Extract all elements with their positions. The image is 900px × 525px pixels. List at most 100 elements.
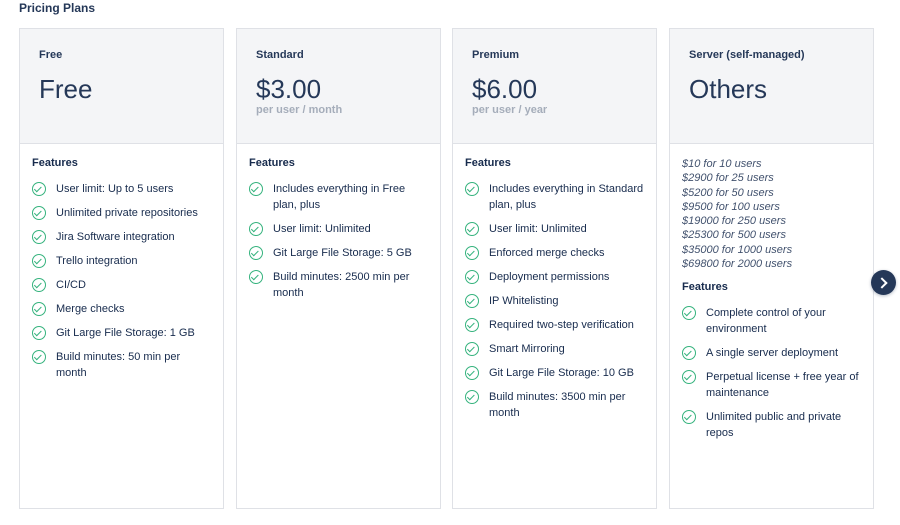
- plan-period: per user / month: [256, 104, 343, 116]
- feature-text: Deployment permissions: [489, 271, 610, 283]
- plan-card: Standard $3.00 per user / month Features Inc…: [236, 28, 441, 509]
- feature-item: IP Whitelisting: [465, 293, 644, 309]
- feature-text: Perpetual license + free year of mainten…: [706, 371, 859, 400]
- feature-item: Merge checks: [32, 301, 211, 317]
- feature-item: Git Large File Storage: 5 GB: [249, 245, 428, 261]
- check-circle-icon: [465, 246, 479, 260]
- check-circle-icon: [465, 294, 479, 308]
- check-circle-icon: [249, 246, 263, 260]
- check-circle-icon: [32, 326, 46, 340]
- plan-name: Free: [39, 49, 63, 61]
- plan-name: Premium: [472, 49, 520, 61]
- page-title: Pricing Plans: [19, 1, 96, 15]
- check-circle-icon: [249, 222, 263, 236]
- check-circle-icon: [465, 270, 479, 284]
- feature-item: User limit: Up to 5 users: [32, 181, 211, 197]
- feature-item: Git Large File Storage: 1 GB: [32, 325, 211, 341]
- pricing-tier: $9500 for 100 users: [682, 200, 780, 213]
- plan-header: Server (self-managed) Others: [670, 29, 873, 144]
- feature-text: Complete control of your environment: [706, 307, 826, 336]
- plan-body: Features User limit: Up to 5 users Unlimit…: [20, 144, 223, 381]
- check-circle-icon: [682, 370, 696, 385]
- pricing-tier-list: $10 for 10 users $2900 for 25 users $5200 …: [682, 157, 861, 271]
- feature-item: Perpetual license + free year of mainten…: [682, 369, 861, 401]
- pricing-tier: $2900 for 25 users: [682, 172, 774, 185]
- feature-item: Build minutes: 50 min per month: [32, 349, 211, 381]
- feature-item: User limit: Unlimited: [249, 221, 428, 237]
- plan-name: Standard: [256, 49, 304, 61]
- plan-price: Others: [689, 74, 768, 104]
- feature-text: User limit: Unlimited: [273, 223, 371, 235]
- feature-text: Required two-step verification: [489, 319, 634, 331]
- plan-card: Free Free Features User limit: Up to 5 user…: [19, 28, 224, 509]
- chevron-right-icon: [876, 276, 888, 289]
- check-circle-icon: [249, 182, 263, 196]
- features-heading: Features: [249, 157, 295, 169]
- check-circle-icon: [465, 390, 479, 404]
- pricing-tier: $69800 for 2000 users: [682, 258, 793, 271]
- feature-item: Required two-step verification: [465, 317, 644, 333]
- pricing-tier: $35000 for 1000 users: [682, 243, 793, 256]
- feature-text: Build minutes: 50 min per month: [56, 351, 181, 379]
- feature-text: Smart Mirroring: [489, 343, 565, 355]
- feature-item: Git Large File Storage: 10 GB: [465, 365, 644, 381]
- check-circle-icon: [682, 306, 696, 321]
- feature-text: Unlimited private repositories: [56, 207, 198, 219]
- check-circle-icon: [32, 302, 46, 316]
- check-circle-icon: [32, 350, 46, 364]
- feature-text: Git Large File Storage: 5 GB: [273, 247, 412, 259]
- feature-text: CI/CD: [56, 279, 86, 291]
- plan-name: Server (self-managed): [689, 49, 805, 61]
- feature-item: Deployment permissions: [465, 269, 644, 285]
- check-circle-icon: [32, 230, 46, 244]
- plan-header: Premium $6.00 per user / year: [453, 29, 656, 144]
- pricing-tier: $19000 for 250 users: [682, 215, 786, 228]
- feature-item: CI/CD: [32, 277, 211, 293]
- feature-text: Merge checks: [56, 303, 125, 315]
- feature-item: User limit: Unlimited: [465, 221, 644, 237]
- feature-text: User limit: Unlimited: [489, 223, 587, 235]
- check-circle-icon: [465, 318, 479, 332]
- feature-item: Enforced merge checks: [465, 245, 644, 261]
- check-circle-icon: [682, 410, 696, 425]
- feature-item: Build minutes: 3500 min per month: [465, 389, 644, 421]
- feature-text: Trello integration: [56, 255, 138, 267]
- plan-body: Features Includes everything in Standard …: [453, 144, 656, 421]
- check-circle-icon: [465, 182, 479, 196]
- feature-text: IP Whitelisting: [489, 295, 559, 307]
- plan-body: Features Includes everything in Free plan…: [237, 144, 440, 301]
- feature-text: Jira Software integration: [56, 231, 175, 243]
- feature-text: Includes everything in Standard plan, pl…: [489, 183, 644, 211]
- check-circle-icon: [32, 254, 46, 268]
- feature-item: Smart Mirroring: [465, 341, 644, 357]
- feature-text: Enforced merge checks: [489, 247, 605, 259]
- plan-price: $3.00: [256, 74, 322, 104]
- check-circle-icon: [32, 206, 46, 220]
- feature-text: Build minutes: 3500 min per month: [489, 391, 626, 419]
- features-heading: Features: [682, 281, 728, 294]
- plan-body: $10 for 10 users $2900 for 25 users $5200 …: [670, 144, 873, 441]
- check-circle-icon: [465, 366, 479, 380]
- feature-item: A single server deployment: [682, 345, 861, 361]
- plan-header: Standard $3.00 per user / month: [237, 29, 440, 144]
- pricing-tier: $25300 for 500 users: [682, 229, 786, 242]
- check-circle-icon: [249, 270, 263, 284]
- check-circle-icon: [32, 278, 46, 292]
- feature-text: Build minutes: 2500 min per month: [273, 271, 410, 299]
- feature-item: Unlimited private repositories: [32, 205, 211, 221]
- next-button[interactable]: [871, 270, 896, 295]
- feature-item: Build minutes: 2500 min per month: [249, 269, 428, 301]
- feature-item: Includes everything in Free plan, plus: [249, 181, 428, 213]
- plan-period: per user / year: [472, 104, 548, 116]
- features-heading: Features: [465, 157, 511, 169]
- features-heading: Features: [32, 157, 78, 169]
- feature-item: Unlimited public and private repos: [682, 409, 861, 441]
- feature-text: Unlimited public and private repos: [706, 411, 842, 440]
- feature-text: Git Large File Storage: 1 GB: [56, 327, 195, 339]
- check-circle-icon: [465, 222, 479, 236]
- plan-price: $6.00: [472, 74, 538, 104]
- check-circle-icon: [682, 346, 696, 361]
- check-circle-icon: [32, 182, 46, 196]
- plan-header: Free Free: [20, 29, 223, 144]
- pricing-tier: $5200 for 50 users: [682, 186, 774, 199]
